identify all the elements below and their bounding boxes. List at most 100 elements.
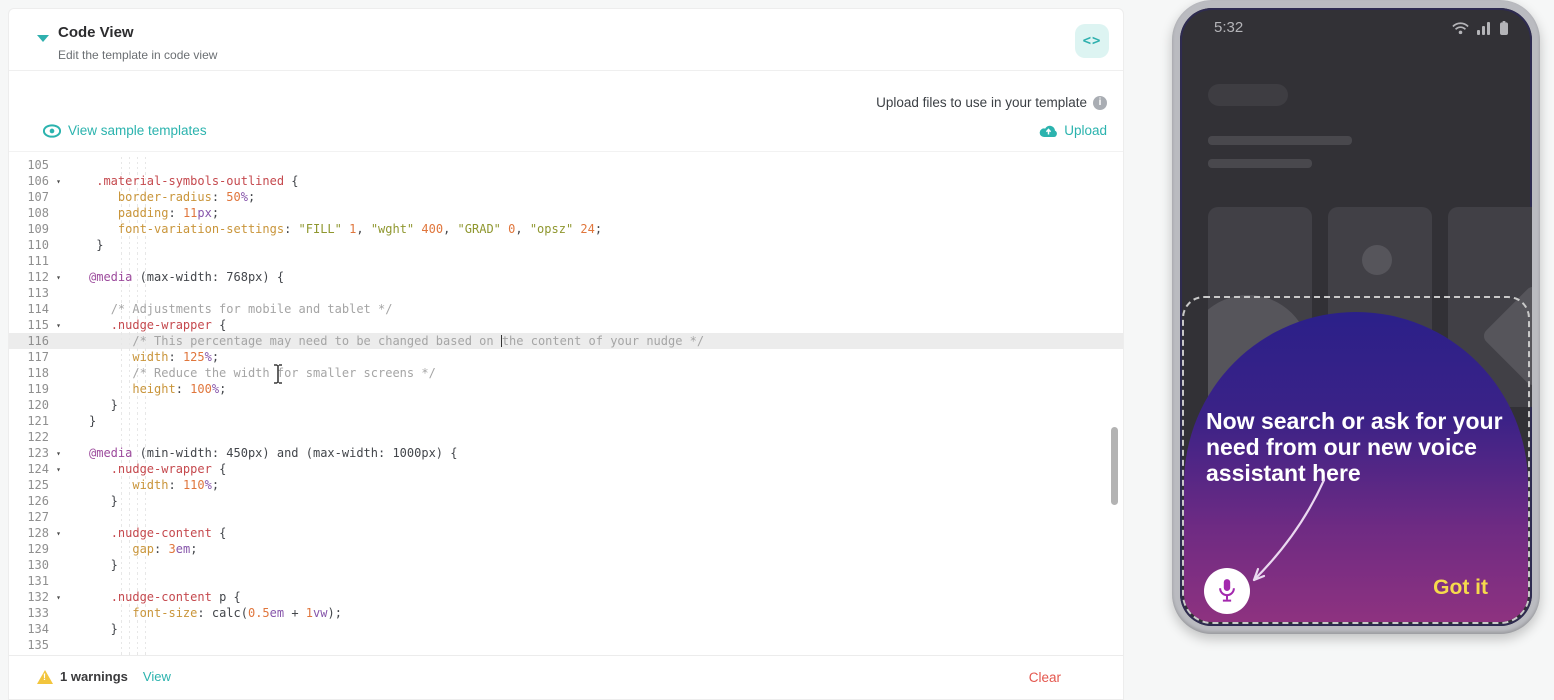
microphone-icon xyxy=(1219,579,1235,602)
code-lines: 105 106 ▾ .material-symbols-outlined {107 … xyxy=(9,152,1123,665)
code-line[interactable]: 124 ▾ .nudge-wrapper { xyxy=(9,461,1123,477)
line-number: 134 xyxy=(27,622,49,636)
code-line[interactable]: 127 xyxy=(9,509,1123,525)
code-line[interactable]: 133 font-size: calc(0.5em + 1vw); xyxy=(9,605,1123,621)
code-view-toggle-button[interactable]: <> xyxy=(1075,24,1109,58)
vertical-scrollbar[interactable] xyxy=(1111,427,1118,505)
voice-assistant-nudge: Now search or ask for your need from our… xyxy=(1182,296,1530,624)
page-subtitle: Edit the template in code view xyxy=(58,48,218,62)
code-line[interactable]: 135 xyxy=(9,637,1123,653)
nudge-message: Now search or ask for your need from our… xyxy=(1206,408,1503,486)
info-icon[interactable]: i xyxy=(1093,95,1107,110)
code-line[interactable]: 117 width: 125%; xyxy=(9,349,1123,365)
line-number: 111 xyxy=(27,254,49,268)
code-line[interactable]: 121} xyxy=(9,413,1123,429)
fold-arrow-icon[interactable]: ▾ xyxy=(56,462,61,478)
line-number: 117 xyxy=(27,350,49,364)
line-number: 114 xyxy=(27,302,49,316)
warning-icon xyxy=(37,669,53,684)
code-line[interactable]: 114 /* Adjustments for mobile and tablet… xyxy=(9,301,1123,317)
code-line[interactable]: 108 padding: 11px; xyxy=(9,205,1123,221)
code-line[interactable]: 107 border-radius: 50%; xyxy=(9,189,1123,205)
line-number: 112 ▾ xyxy=(27,270,61,286)
line-number: 127 xyxy=(27,510,49,524)
status-bar-time: 5:32 xyxy=(1214,19,1244,36)
line-number: 115 ▾ xyxy=(27,318,61,334)
line-number: 124 ▾ xyxy=(27,462,61,478)
warnings-count: 1 warnings xyxy=(60,669,128,684)
nudge-message-line: need from our new voice xyxy=(1206,434,1477,460)
clear-link[interactable]: Clear xyxy=(1029,670,1061,685)
fold-arrow-icon[interactable]: ▾ xyxy=(56,526,61,542)
fold-arrow-icon[interactable]: ▾ xyxy=(56,174,61,190)
code-line[interactable]: 110 } xyxy=(9,237,1123,253)
line-number: 118 xyxy=(27,366,49,380)
panel-header: Code View Edit the template in code view… xyxy=(9,9,1123,71)
skeleton-text-placeholder xyxy=(1208,136,1352,145)
line-number: 128 ▾ xyxy=(27,526,61,542)
fold-arrow-icon[interactable]: ▾ xyxy=(56,590,61,606)
code-line[interactable]: 116 /* This percentage may need to be ch… xyxy=(9,333,1123,349)
line-number: 105 xyxy=(27,158,49,172)
code-line[interactable]: 131 xyxy=(9,573,1123,589)
code-line[interactable]: 134 } xyxy=(9,621,1123,637)
cloud-upload-icon xyxy=(1039,125,1058,137)
code-line[interactable]: 113 xyxy=(9,285,1123,301)
code-view-panel: Code View Edit the template in code view… xyxy=(8,8,1124,700)
view-warnings-link[interactable]: View xyxy=(143,669,171,684)
skeleton-title-placeholder xyxy=(1208,84,1288,106)
eye-icon xyxy=(43,123,61,138)
fold-arrow-icon[interactable]: ▾ xyxy=(56,270,61,286)
view-sample-templates-label: View sample templates xyxy=(68,123,207,138)
line-number: 121 xyxy=(27,414,49,428)
mic-button[interactable] xyxy=(1204,568,1250,614)
upload-label: Upload xyxy=(1064,123,1107,138)
line-number: 130 xyxy=(27,558,49,572)
fold-arrow-icon[interactable]: ▾ xyxy=(56,446,61,462)
code-line[interactable]: 120 } xyxy=(9,397,1123,413)
code-line[interactable]: 132 ▾ .nudge-content p { xyxy=(9,589,1123,605)
code-line[interactable]: 122 xyxy=(9,429,1123,445)
code-editor[interactable]: 105 106 ▾ .material-symbols-outlined {107 … xyxy=(9,151,1123,665)
code-line[interactable]: 126 } xyxy=(9,493,1123,509)
nudge-message-line: assistant here xyxy=(1206,460,1361,486)
line-number: 119 xyxy=(27,382,49,396)
line-number: 123 ▾ xyxy=(27,446,61,462)
editor-status-bar: 1 warnings View Clear xyxy=(9,655,1123,699)
line-number: 131 xyxy=(27,574,49,588)
line-number: 125 xyxy=(27,478,49,492)
code-line[interactable]: 125 width: 110%; xyxy=(9,477,1123,493)
code-line[interactable]: 128 ▾ .nudge-content { xyxy=(9,525,1123,541)
fold-arrow-icon[interactable]: ▾ xyxy=(56,318,61,334)
line-number: 135 xyxy=(27,638,49,652)
nudge-message-line: Now search or ask for your xyxy=(1206,408,1503,434)
wifi-icon xyxy=(1452,21,1469,34)
chevron-down-icon[interactable] xyxy=(37,35,49,42)
code-line[interactable]: 115 ▾ .nudge-wrapper { xyxy=(9,317,1123,333)
battery-icon xyxy=(1500,21,1508,35)
code-line[interactable]: 123 ▾ @media (min-width: 450px) and (max-w… xyxy=(9,445,1123,461)
upload-button[interactable]: Upload xyxy=(1039,123,1107,138)
view-sample-templates-link[interactable]: View sample templates xyxy=(43,123,207,138)
upload-hint-text: Upload files to use in your template xyxy=(876,95,1087,110)
signal-icon xyxy=(1477,21,1490,35)
line-number: 109 xyxy=(27,222,49,236)
got-it-button[interactable]: Got it xyxy=(1433,576,1488,600)
line-number: 132 ▾ xyxy=(27,590,61,606)
code-line[interactable]: 105 xyxy=(9,157,1123,173)
phone-screen: 5:32 Now search or ask for your need fro… xyxy=(1180,8,1532,626)
code-line[interactable]: 109 font-variation-settings: "FILL" 1, "… xyxy=(9,221,1123,237)
code-line[interactable]: 118 /* Reduce the width for smaller scre… xyxy=(9,365,1123,381)
skeleton-text-placeholder xyxy=(1208,159,1312,168)
line-number: 110 xyxy=(27,238,49,252)
code-line[interactable]: 130 } xyxy=(9,557,1123,573)
line-number: 113 xyxy=(27,286,49,300)
code-line[interactable]: 112 ▾ @media (max-width: 768px) { xyxy=(9,269,1123,285)
code-line[interactable]: 129 gap: 3em; xyxy=(9,541,1123,557)
page-title: Code View xyxy=(58,24,134,41)
code-line[interactable]: 119 height: 100%; xyxy=(9,381,1123,397)
line-number: 122 xyxy=(27,430,49,444)
upload-hint: Upload files to use in your template i xyxy=(876,95,1107,110)
code-line[interactable]: 111 xyxy=(9,253,1123,269)
code-line[interactable]: 106 ▾ .material-symbols-outlined { xyxy=(9,173,1123,189)
